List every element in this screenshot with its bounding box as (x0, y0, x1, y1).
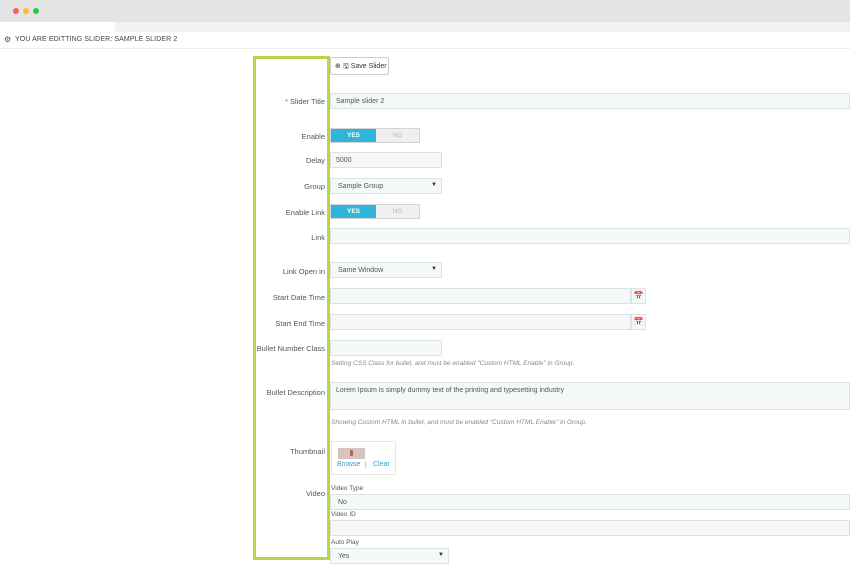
minimize-window-dot[interactable] (23, 8, 29, 14)
group-select[interactable]: Sample Group ▼ (330, 178, 442, 194)
browse-link[interactable]: Browse (337, 461, 360, 468)
bullet-number-class-label: Bullet Number Class (256, 344, 325, 353)
delay-input[interactable]: 5000 (330, 152, 442, 168)
editing-header: ⚙ YOU ARE EDITTING SLIDER: SAMPLE SLIDER… (0, 32, 850, 49)
enable-link-toggle[interactable]: YES NO (330, 204, 420, 219)
enable-yes-option[interactable]: YES (331, 129, 376, 142)
enable-no-option[interactable]: NO (376, 129, 419, 142)
save-slider-button[interactable]: ⊕ 🖫 Save Slider (330, 57, 389, 75)
plus-circle-icon: ⊕ (335, 63, 341, 70)
calendar-icon[interactable]: 📅 (631, 314, 646, 330)
link-open-in-value: Same Window (338, 267, 384, 274)
bullet-description-help: Showing Custom HTML in bullet, and must … (331, 419, 587, 426)
enable-link-label: Enable Link (285, 208, 325, 217)
video-id-label: Video ID (331, 511, 356, 518)
auto-play-select[interactable]: Yes ▼ (330, 548, 449, 564)
auto-play-label: Auto Play (331, 539, 359, 546)
bullet-description-label: Bullet Description (266, 388, 325, 397)
dropdown-arrow-icon: ▼ (431, 266, 437, 272)
clear-link[interactable]: Clear (373, 461, 390, 468)
floppy-disk-icon: 🖫 (342, 63, 349, 70)
video-type-select[interactable]: No (330, 494, 850, 510)
start-end-time-input[interactable] (330, 314, 631, 330)
slider-title-input[interactable]: Sample slider 2 (330, 93, 850, 109)
slider-title-label: * Slider Title (285, 97, 325, 106)
enable-link-yes-option[interactable]: YES (331, 205, 376, 218)
delay-label: Delay (305, 156, 325, 165)
start-end-time-label: Start End Time (275, 319, 325, 328)
link-open-in-select[interactable]: Same Window ▼ (330, 262, 442, 278)
link-separator: | (365, 461, 367, 468)
enable-label: Enable (301, 132, 325, 141)
start-date-time-label: Start Date Time (272, 293, 325, 302)
slider-title-label-text: Slider Title (289, 97, 325, 106)
group-label: Group (304, 182, 325, 191)
group-select-value: Sample Group (338, 183, 384, 190)
auto-play-value: Yes (338, 553, 350, 560)
video-id-input[interactable] (330, 520, 850, 536)
bullet-description-textarea[interactable]: Lorem Ipsum is simply dummy text of the … (330, 382, 850, 410)
gears-icon: ⚙ (4, 35, 12, 44)
thumbnail-box: Browse | Clear (331, 441, 396, 475)
enable-link-no-option[interactable]: NO (376, 205, 419, 218)
link-open-in-label: Link Open in (282, 267, 325, 276)
enable-toggle[interactable]: YES NO (330, 128, 420, 143)
dropdown-arrow-icon: ▼ (431, 182, 437, 188)
calendar-icon[interactable]: 📅 (631, 288, 646, 304)
editing-title: YOU ARE EDITTING SLIDER: SAMPLE SLIDER 2 (15, 36, 178, 43)
browser-titlebar (0, 0, 850, 22)
bullet-number-class-help: Setting CSS Class for bullet, and must b… (331, 360, 575, 367)
video-type-label: Video Type (331, 485, 364, 492)
maximize-window-dot[interactable] (33, 8, 39, 14)
required-mark: * (285, 97, 288, 106)
link-input[interactable] (330, 228, 850, 244)
link-label: Link (311, 233, 325, 242)
start-date-time-input[interactable] (330, 288, 631, 304)
save-slider-label: Save Slider (350, 63, 387, 70)
close-window-dot[interactable] (13, 8, 19, 14)
bullet-number-class-input[interactable] (330, 340, 442, 356)
video-label: Video (305, 489, 325, 498)
thumbnail-label: Thumbnail (289, 447, 325, 456)
video-type-value: No (338, 499, 347, 506)
dropdown-arrow-icon: ▼ (438, 552, 444, 558)
thumbnail-image (338, 448, 365, 459)
